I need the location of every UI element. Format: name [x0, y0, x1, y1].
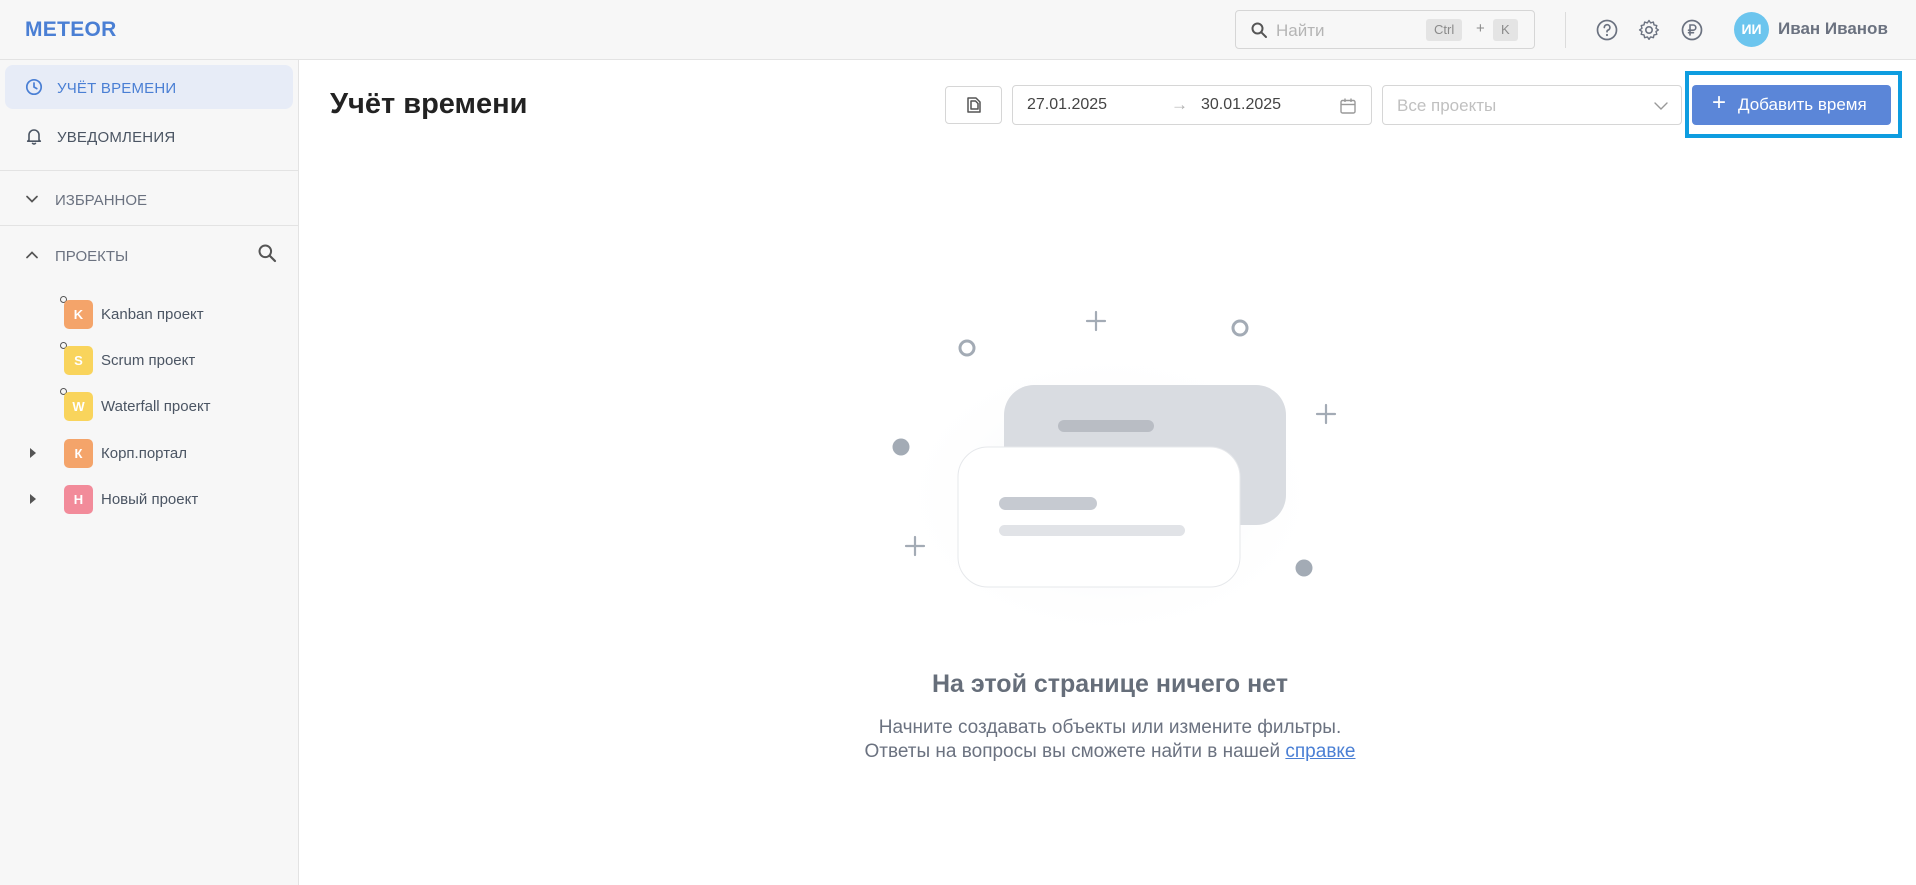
- search-icon[interactable]: [257, 243, 277, 263]
- project-badge: Н: [64, 485, 93, 514]
- favorites-label: ИЗБРАННОЕ: [55, 192, 148, 209]
- shortcut-plus: +: [1476, 20, 1485, 37]
- chevron-down-icon: [26, 195, 38, 203]
- projects-label: ПРОЕКТЫ: [55, 248, 129, 265]
- project-item[interactable]: K Kanban проект: [0, 296, 299, 331]
- project-label: Корп.портал: [101, 445, 187, 462]
- expand-caret-icon[interactable]: [30, 448, 36, 458]
- header-divider: [1565, 12, 1566, 48]
- project-badge: W: [64, 392, 93, 421]
- search-icon: [1251, 22, 1267, 38]
- projects-select-placeholder: Все проекты: [1397, 96, 1497, 115]
- help-icon[interactable]: [1595, 18, 1619, 42]
- bell-icon: [26, 129, 42, 145]
- project-badge: К: [64, 439, 93, 468]
- shortcut-ctrl: Ctrl: [1426, 19, 1463, 41]
- top-header: METEOR Найти Ctrl + K ИИ Иван Иванов: [0, 0, 1916, 60]
- chevron-up-icon: [26, 251, 38, 259]
- project-item[interactable]: К Корп.портал: [0, 436, 299, 470]
- search-placeholder: Найти: [1276, 21, 1325, 40]
- sidebar-divider: [0, 170, 299, 171]
- sidebar-item-time-tracking[interactable]: УЧЁТ ВРЕМЕНИ: [5, 65, 293, 109]
- page-title: Учёт времени: [330, 88, 528, 120]
- document-icon: [967, 97, 981, 113]
- search-input[interactable]: Найти Ctrl + K: [1235, 10, 1535, 49]
- project-item[interactable]: Н Новый проект: [0, 482, 299, 516]
- ruble-icon[interactable]: [1680, 18, 1704, 42]
- sidebar-divider: [0, 225, 299, 226]
- project-item[interactable]: W Waterfall проект: [0, 388, 299, 423]
- avatar[interactable]: ИИ: [1734, 12, 1769, 47]
- date-from[interactable]: 27.01.2025: [1027, 96, 1107, 114]
- export-button[interactable]: [945, 86, 1002, 124]
- arrow-right-icon: →: [1171, 95, 1188, 114]
- empty-state-help-line: Ответы на вопросы вы сможете найти в наш…: [0, 741, 1916, 763]
- project-label: Новый проект: [101, 491, 199, 508]
- add-time-button[interactable]: + Добавить время: [1692, 85, 1891, 125]
- clock-icon: [25, 78, 43, 96]
- empty-state-illustration: [890, 310, 1337, 630]
- sidebar-item-notifications[interactable]: УВЕДОМЛЕНИЯ: [5, 114, 293, 158]
- empty-state-text: Начните создавать объекты или измените ф…: [878, 717, 1342, 738]
- projects-select[interactable]: Все проекты: [1382, 85, 1682, 125]
- plus-icon: +: [1712, 89, 1727, 116]
- user-name[interactable]: Иван Иванов: [1778, 19, 1888, 39]
- calendar-icon[interactable]: [1339, 97, 1357, 115]
- date-to[interactable]: 30.01.2025: [1201, 96, 1281, 114]
- project-label: Kanban проект: [101, 306, 204, 323]
- add-time-label: Добавить время: [1738, 95, 1867, 114]
- empty-state-help-text: Ответы на вопросы вы сможете найти в наш…: [864, 741, 1281, 762]
- shortcut-k: K: [1493, 19, 1518, 41]
- empty-state-title: На этой странице ничего нет: [932, 670, 1288, 698]
- project-item[interactable]: S Scrum проект: [0, 342, 299, 377]
- projects-section-toggle[interactable]: ПРОЕКТЫ: [25, 246, 175, 266]
- help-link[interactable]: справке: [1285, 741, 1355, 762]
- sidebar-item-label: УЧЁТ ВРЕМЕНИ: [57, 80, 177, 97]
- project-label: Waterfall проект: [101, 398, 211, 415]
- project-badge: K: [64, 300, 93, 329]
- expand-caret-icon[interactable]: [30, 494, 36, 504]
- favorites-section-toggle[interactable]: ИЗБРАННОЕ: [25, 190, 175, 210]
- project-label: Scrum проект: [101, 352, 196, 369]
- date-range-picker[interactable]: 27.01.2025 → 30.01.2025: [1012, 85, 1372, 125]
- project-badge: S: [64, 346, 93, 375]
- chevron-down-icon: [1654, 102, 1668, 110]
- gear-icon[interactable]: [1637, 18, 1661, 42]
- sidebar-item-label: УВЕДОМЛЕНИЯ: [57, 129, 176, 146]
- app-logo[interactable]: METEOR: [25, 18, 117, 42]
